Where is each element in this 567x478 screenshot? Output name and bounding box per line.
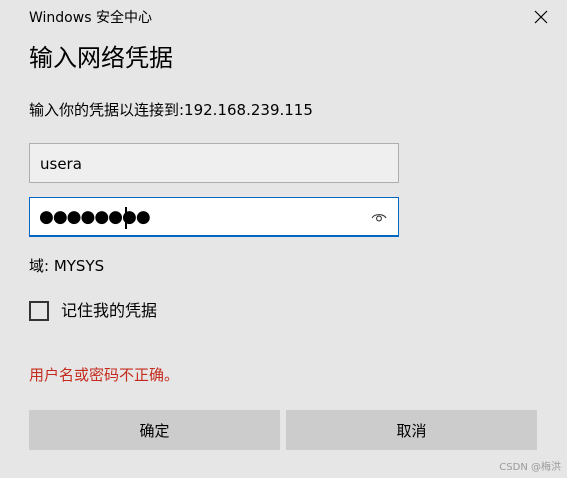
- reveal-password-button[interactable]: [369, 208, 389, 226]
- domain-label: 域: MYSYS: [29, 257, 105, 275]
- watermark-text: CSDN @梅洪: [499, 462, 561, 473]
- remember-credentials[interactable]: 记住我的凭据: [29, 298, 157, 324]
- password-field[interactable]: ●●●●●●●●: [29, 197, 399, 237]
- text-caret: [125, 207, 127, 229]
- password-masked-value: ●●●●●●●●: [39, 207, 151, 227]
- connect-prompt: 输入你的凭据以连接到:192.168.239.115: [29, 101, 313, 119]
- eye-icon: [371, 208, 387, 227]
- dialog-heading: 输入网络凭据: [29, 44, 173, 72]
- cancel-button[interactable]: 取消: [286, 410, 537, 450]
- remember-checkbox[interactable]: [29, 301, 49, 321]
- credential-dialog: Windows 安全中心 输入网络凭据 输入你的凭据以连接到:192.168.2…: [0, 0, 567, 478]
- ok-button[interactable]: 确定: [29, 410, 280, 450]
- error-message: 用户名或密码不正确。: [29, 366, 180, 384]
- remember-label: 记住我的凭据: [61, 301, 158, 320]
- close-icon: [534, 9, 548, 28]
- window-title: Windows 安全中心: [29, 10, 152, 26]
- username-value: usera: [40, 155, 82, 173]
- username-field[interactable]: usera: [29, 143, 399, 183]
- close-button[interactable]: [524, 2, 558, 34]
